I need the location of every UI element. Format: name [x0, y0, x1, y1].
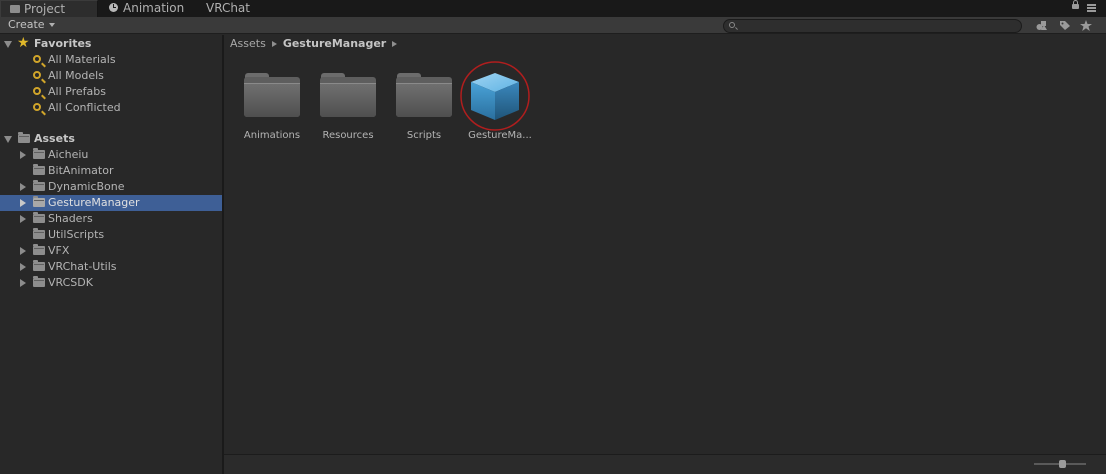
search-by-type-icon[interactable]	[1036, 20, 1048, 31]
sidebar-item-label: UtilScripts	[48, 228, 105, 241]
grid-item-label: GestureMa...	[468, 130, 532, 141]
folder-icon	[33, 276, 45, 287]
grid-item-animations[interactable]: Animations	[232, 70, 302, 180]
favorites-header[interactable]: ★ Favorites	[0, 36, 222, 52]
grid-item-gesturemanager-prefab[interactable]: GestureMa...	[460, 61, 532, 180]
chevron-down-icon	[48, 23, 55, 27]
search-by-label-icon[interactable]	[1059, 20, 1071, 31]
window-tab-bar: Project Animation VRChat	[0, 0, 1106, 17]
sidebar-item-label: VRCSDK	[48, 276, 93, 289]
sidebar-item-gesturemanager[interactable]: GestureManager	[0, 195, 222, 211]
tab-vrchat-label: VRChat	[206, 1, 250, 15]
foldout-closed-icon[interactable]	[20, 247, 26, 255]
foldout-closed-icon[interactable]	[20, 183, 26, 191]
chevron-right-icon	[271, 40, 277, 47]
folder-icon	[18, 132, 30, 143]
star-icon: ★	[17, 35, 30, 51]
tab-project-label: Project	[24, 2, 66, 16]
search-input[interactable]	[723, 19, 1022, 33]
grid-item-label: Resources	[322, 130, 374, 141]
breadcrumb-root[interactable]: Assets	[230, 37, 266, 50]
foldout-closed-icon[interactable]	[20, 279, 26, 287]
assets-header[interactable]: Assets	[0, 131, 222, 147]
favorite-item-label: All Materials	[48, 53, 116, 66]
grid-item-label: Animations	[243, 130, 301, 141]
chevron-right-icon	[392, 40, 398, 47]
favorite-item-all-conflicted[interactable]: All Conflicted	[0, 100, 222, 116]
favorite-item-all-prefabs[interactable]: All Prefabs	[0, 84, 222, 100]
tab-vrchat[interactable]: VRChat	[206, 0, 266, 17]
status-bar	[224, 454, 1106, 474]
saved-search-icon	[33, 71, 41, 79]
sidebar-item-label: BitAnimator	[48, 164, 114, 177]
sidebar-item-dynamicbone[interactable]: DynamicBone	[0, 179, 222, 195]
foldout-closed-icon[interactable]	[20, 263, 26, 271]
sidebar-item-label: Shaders	[48, 212, 93, 225]
favorites-label: Favorites	[34, 37, 92, 50]
sidebar-item-vrchat-utils[interactable]: VRChat-Utils	[0, 259, 222, 275]
favorite-item-label: All Conflicted	[48, 101, 121, 114]
grid-item-resources[interactable]: Resources	[308, 70, 378, 180]
sidebar-item-vfx[interactable]: VFX	[0, 243, 222, 259]
create-button[interactable]: Create	[4, 18, 59, 32]
folder-icon	[33, 228, 45, 239]
search-icon	[729, 22, 735, 28]
sidebar-item-vrcsdk[interactable]: VRCSDK	[0, 275, 222, 291]
sidebar-item-label: GestureManager	[48, 196, 140, 209]
saved-search-icon	[33, 55, 41, 63]
tab-animation-label: Animation	[123, 1, 185, 15]
favorite-item-label: All Prefabs	[48, 85, 106, 98]
folder-icon	[396, 73, 452, 117]
project-icon	[10, 5, 20, 13]
foldout-open-icon[interactable]	[4, 136, 12, 143]
folder-icon	[33, 260, 45, 271]
breadcrumb-current[interactable]: GestureManager	[283, 37, 386, 50]
project-sidebar: ★ Favorites All Materials All Models All…	[0, 35, 222, 474]
folder-icon	[33, 244, 45, 255]
sidebar-item-label: Aicheiu	[48, 148, 89, 161]
menu-icon[interactable]	[1087, 4, 1096, 12]
folder-icon	[33, 164, 45, 175]
foldout-closed-icon[interactable]	[20, 151, 26, 159]
folder-icon	[33, 212, 45, 223]
sidebar-item-label: VFX	[48, 244, 70, 257]
foldout-closed-icon[interactable]	[20, 199, 26, 207]
sidebar-item-label: DynamicBone	[48, 180, 125, 193]
sidebar-item-shaders[interactable]: Shaders	[0, 211, 222, 227]
favorite-star-icon[interactable]	[1080, 20, 1092, 31]
asset-grid-pane: Assets GestureManager Animations Resource…	[224, 35, 1106, 454]
project-toolbar: Create	[0, 17, 1106, 34]
create-label: Create	[8, 18, 45, 31]
window-controls	[1072, 0, 1102, 15]
icon-size-slider-thumb[interactable]	[1059, 460, 1066, 468]
folder-icon	[244, 73, 300, 117]
grid-item-label: Scripts	[406, 130, 442, 141]
animation-clock-icon	[109, 3, 118, 12]
folder-icon	[33, 196, 45, 207]
saved-search-icon	[33, 103, 41, 111]
sidebar-item-utilscripts[interactable]: UtilScripts	[0, 227, 222, 243]
lock-icon[interactable]	[1072, 0, 1079, 9]
favorite-item-label: All Models	[48, 69, 104, 82]
folder-icon	[33, 180, 45, 191]
sidebar-item-label: VRChat-Utils	[48, 260, 117, 273]
assets-label: Assets	[34, 132, 75, 145]
favorite-item-all-models[interactable]: All Models	[0, 68, 222, 84]
foldout-closed-icon[interactable]	[20, 215, 26, 223]
tab-animation[interactable]: Animation	[105, 0, 197, 17]
prefab-cube-icon	[460, 61, 530, 131]
folder-icon	[33, 148, 45, 159]
foldout-open-icon[interactable]	[4, 41, 12, 48]
saved-search-icon	[33, 87, 41, 95]
favorite-item-all-materials[interactable]: All Materials	[0, 52, 222, 68]
grid-item-scripts[interactable]: Scripts	[384, 70, 454, 180]
sidebar-item-aicheiu[interactable]: Aicheiu	[0, 147, 222, 163]
folder-icon	[320, 73, 376, 117]
sidebar-item-bitanimator[interactable]: BitAnimator	[0, 163, 222, 179]
breadcrumb: Assets GestureManager	[224, 35, 1106, 53]
tab-project[interactable]: Project	[0, 0, 98, 17]
